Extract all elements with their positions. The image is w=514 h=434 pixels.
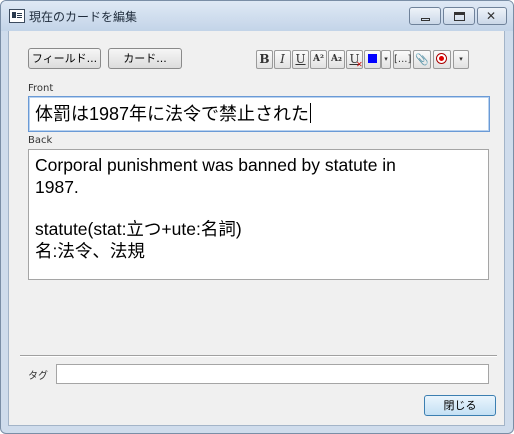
close-window-button[interactable]: ✕ bbox=[477, 7, 507, 25]
more-options-dropdown[interactable]: ▾ bbox=[453, 50, 469, 69]
bold-button[interactable]: B bbox=[256, 50, 273, 69]
text-color-button[interactable] bbox=[364, 50, 381, 69]
minimize-icon bbox=[421, 18, 430, 21]
editor-window: 現在のカードを編集 ✕ フィールド... カード... B I U A² A₂ … bbox=[0, 0, 514, 434]
record-audio-button[interactable] bbox=[433, 50, 451, 69]
clear-formatting-icon: ✕ bbox=[356, 60, 363, 69]
tags-input[interactable] bbox=[56, 364, 489, 384]
front-label: Front bbox=[28, 83, 54, 94]
back-label: Back bbox=[28, 135, 53, 146]
superscript-button[interactable]: A² bbox=[310, 50, 327, 69]
underline-button[interactable]: U bbox=[292, 50, 309, 69]
text-color-swatch bbox=[368, 54, 377, 63]
fields-button[interactable]: フィールド... bbox=[28, 48, 101, 69]
back-line: Corporal punishment was banned by statut… bbox=[35, 155, 396, 175]
text-caret bbox=[310, 103, 312, 123]
divider bbox=[20, 355, 497, 357]
close-icon: ✕ bbox=[486, 9, 497, 23]
back-field[interactable]: Corporal punishment was banned by statut… bbox=[28, 149, 489, 280]
tags-label: タグ bbox=[28, 371, 48, 382]
cards-button[interactable]: カード... bbox=[108, 48, 182, 69]
front-field[interactable]: 体罰は1987年に法令で禁止された bbox=[28, 96, 490, 132]
minimize-button[interactable] bbox=[409, 7, 441, 25]
dialog-body: フィールド... カード... B I U A² A₂ U ✕ ▾ [...] … bbox=[8, 31, 505, 426]
subscript-button[interactable]: A₂ bbox=[328, 50, 345, 69]
maximize-icon bbox=[454, 12, 465, 21]
maximize-button[interactable] bbox=[443, 7, 475, 25]
app-icon bbox=[9, 9, 25, 23]
title-bar[interactable]: 現在のカードを編集 ✕ bbox=[1, 1, 513, 31]
cloze-button[interactable]: [...] bbox=[393, 50, 411, 69]
front-field-text: 体罰は1987年に法令で禁止された bbox=[35, 104, 310, 124]
back-line: 1987. bbox=[35, 176, 79, 197]
clear-formatting-button[interactable]: U ✕ bbox=[346, 50, 363, 69]
close-button[interactable]: 閉じる bbox=[424, 395, 496, 416]
text-color-dropdown[interactable]: ▾ bbox=[381, 50, 391, 69]
attach-icon[interactable]: 📎 bbox=[413, 50, 431, 69]
back-line: 名:法令、法規 bbox=[35, 240, 145, 261]
italic-button[interactable]: I bbox=[274, 50, 291, 69]
record-dot bbox=[439, 56, 444, 61]
back-blank-line bbox=[35, 198, 482, 219]
back-line: statute(stat:立つ+ute:名詞) bbox=[35, 219, 242, 239]
window-title: 現在のカードを編集 bbox=[29, 10, 138, 24]
